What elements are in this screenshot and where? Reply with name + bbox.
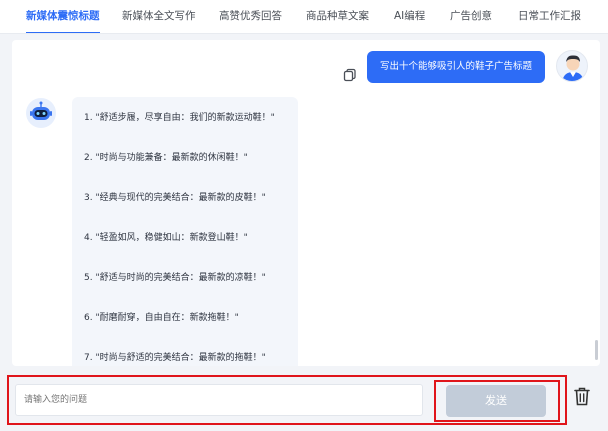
tab-ai-coding[interactable]: AI编程 [394,0,425,33]
copy-icon[interactable] [343,67,357,82]
answer-line: 6. "耐磨耐穿，自由自在：新款拖鞋！" [84,313,239,323]
answer-line: 5. "舒适与时尚的完美结合：最新款的凉鞋！" [84,273,266,283]
tab-headline[interactable]: 新媒体震惊标题 [26,0,100,33]
composer: 发送 [7,375,567,425]
answer-line: 2. "时尚与功能兼备：最新款的休闲鞋！" [84,153,248,163]
tab-work-report[interactable]: 日常工作汇报 [518,0,581,33]
tab-top-answers[interactable]: 高赞优秀回答 [219,0,282,33]
robot-avatar-icon [26,98,56,128]
tab-bar: 新媒体震惊标题 新媒体全文写作 高赞优秀回答 商品种草文案 AI编程 广告创意 … [0,0,608,34]
question-input[interactable] [15,384,423,416]
answer-line: 7. "时尚与舒适的完美结合：最新款的拖鞋！" [84,353,266,363]
answer-line: 3. "经典与现代的完美结合：最新款的皮鞋！" [84,193,266,203]
scrollbar[interactable] [595,340,598,360]
send-highlight: 发送 [434,380,560,422]
user-avatar-icon [556,50,588,82]
chat-panel[interactable]: 写出十个能够吸引人的鞋子广告标题 1. "舒适步履，尽享自由：我们的新款运动鞋！… [12,40,600,366]
trash-icon[interactable] [573,386,591,406]
tab-ad-creative[interactable]: 广告创意 [450,0,492,33]
tab-full-article[interactable]: 新媒体全文写作 [122,0,196,33]
bot-message: 1. "舒适步履，尽享自由：我们的新款运动鞋！" 2. "时尚与功能兼备：最新款… [72,97,298,366]
user-message: 写出十个能够吸引人的鞋子广告标题 [367,51,545,83]
answer-line: 4. "轻盈如风，稳健如山：新款登山鞋！" [84,233,248,243]
send-button[interactable]: 发送 [446,385,546,417]
tab-product-copy[interactable]: 商品种草文案 [306,0,369,33]
answer-line: 1. "舒适步履，尽享自由：我们的新款运动鞋！" [84,113,275,123]
